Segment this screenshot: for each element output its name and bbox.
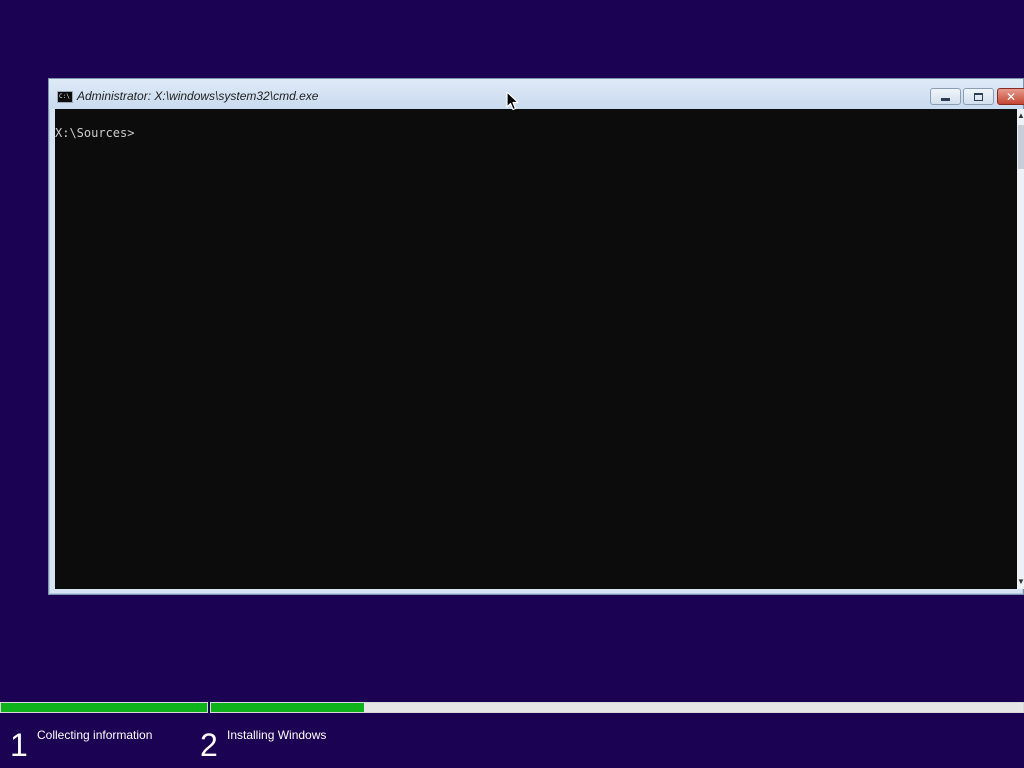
- console-output[interactable]: X:\Sources>: [55, 109, 1017, 589]
- close-icon: ✕: [1005, 89, 1017, 104]
- minimize-button[interactable]: [930, 88, 961, 105]
- setup-progress: [0, 702, 1024, 713]
- cmd-icon: C:\: [57, 91, 73, 103]
- step-number: 2: [200, 727, 218, 763]
- title-bar[interactable]: C:\ Administrator: X:\windows\system32\c…: [49, 79, 1024, 109]
- setup-background: C:\ Administrator: X:\windows\system32\c…: [0, 0, 1024, 768]
- step-label: Collecting information: [37, 728, 153, 742]
- vertical-scrollbar[interactable]: ▲ ▼: [1017, 109, 1024, 589]
- command-prompt: X:\Sources>: [55, 126, 135, 140]
- maximize-icon: [974, 92, 983, 101]
- window-title: Administrator: X:\windows\system32\cmd.e…: [77, 89, 319, 103]
- step2-progress-bar: [210, 702, 1024, 713]
- scroll-down-arrow-icon[interactable]: ▼: [1017, 577, 1024, 587]
- step1-progress-fill: [1, 703, 207, 712]
- maximize-button[interactable]: [963, 88, 994, 105]
- step2-progress-fill: [211, 703, 364, 712]
- close-button[interactable]: ✕: [997, 88, 1024, 105]
- mouse-pointer-icon: [506, 91, 519, 111]
- scroll-up-arrow-icon[interactable]: ▲: [1017, 111, 1024, 121]
- step-label: Installing Windows: [227, 728, 327, 742]
- scroll-thumb[interactable]: [1018, 125, 1024, 169]
- step1-progress-bar: [0, 702, 208, 713]
- cmd-window[interactable]: C:\ Administrator: X:\windows\system32\c…: [48, 78, 1024, 595]
- minimize-icon: [941, 98, 950, 101]
- step-number: 1: [10, 727, 28, 763]
